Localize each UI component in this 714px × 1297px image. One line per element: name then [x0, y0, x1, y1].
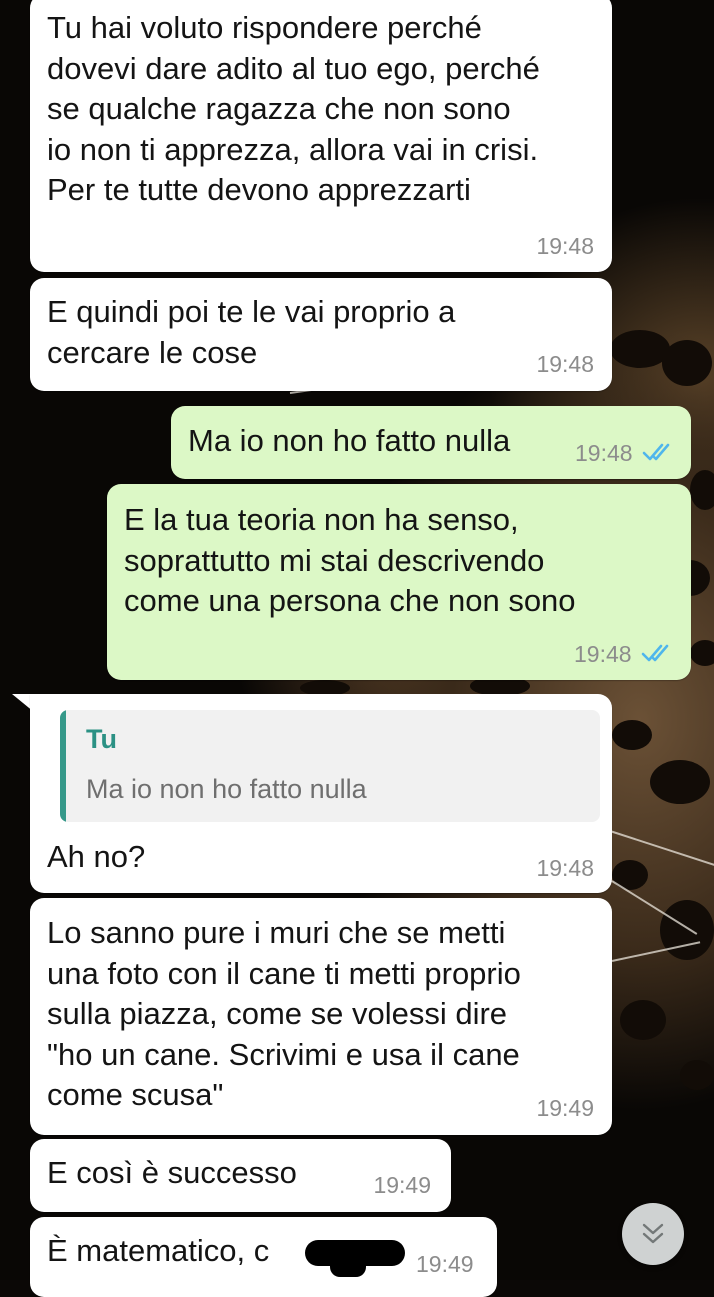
redacted-name	[330, 1255, 366, 1277]
message-text: E la tua teoria non ha senso, soprattutt…	[124, 502, 576, 618]
message-text: È matematico, c	[47, 1233, 270, 1268]
message-time: 19:48	[536, 351, 594, 377]
message-bubble-outgoing[interactable]: E la tua teoria non ha senso, soprattutt…	[107, 484, 691, 680]
quote-text: Ma io non ho fatto nulla	[86, 774, 367, 804]
message-bubble-incoming[interactable]: Tu hai voluto rispondere perché dovevi d…	[30, 0, 612, 272]
message-time: 19:49	[536, 1095, 594, 1121]
quote-accent-bar	[60, 710, 66, 822]
double-check-icon	[642, 443, 670, 461]
quote-author: Tu	[86, 724, 117, 754]
message-bubble-outgoing[interactable]: Ma io non ho fatto nulla 19:48	[171, 406, 691, 479]
message-text: Tu hai voluto rispondere perché dovevi d…	[47, 10, 540, 207]
message-text: E così è successo	[47, 1155, 297, 1190]
scroll-to-bottom-button[interactable]	[622, 1203, 684, 1265]
message-bubble-incoming[interactable]: Lo sanno pure i muri che se metti una fo…	[30, 898, 612, 1135]
message-text: Ma io non ho fatto nulla	[188, 423, 511, 458]
message-time: 19:48	[574, 641, 632, 667]
message-bubble-incoming[interactable]: Tu Ma io non ho fatto nulla Ah no? 19:48	[30, 694, 612, 893]
message-time: 19:49	[416, 1251, 474, 1277]
message-text: E quindi poi te le vai proprio a cercare…	[47, 294, 456, 370]
message-text: Ah no?	[47, 839, 146, 874]
message-time: 19:48	[536, 855, 594, 881]
message-bubble-incoming[interactable]: È matematico, c 19:49	[30, 1217, 497, 1297]
message-time: 19:48	[536, 233, 594, 259]
message-time: 19:49	[373, 1172, 431, 1198]
double-chevron-down-icon	[642, 1223, 664, 1244]
message-bubble-incoming[interactable]: E così è successo 19:49	[30, 1139, 451, 1212]
message-time: 19:48	[575, 440, 633, 466]
message-text: Lo sanno pure i muri che se metti una fo…	[47, 915, 521, 1112]
double-check-icon	[641, 644, 669, 662]
message-bubble-incoming[interactable]: E quindi poi te le vai proprio a cercare…	[30, 278, 612, 391]
reply-quote[interactable]: Tu Ma io non ho fatto nulla	[60, 710, 600, 822]
